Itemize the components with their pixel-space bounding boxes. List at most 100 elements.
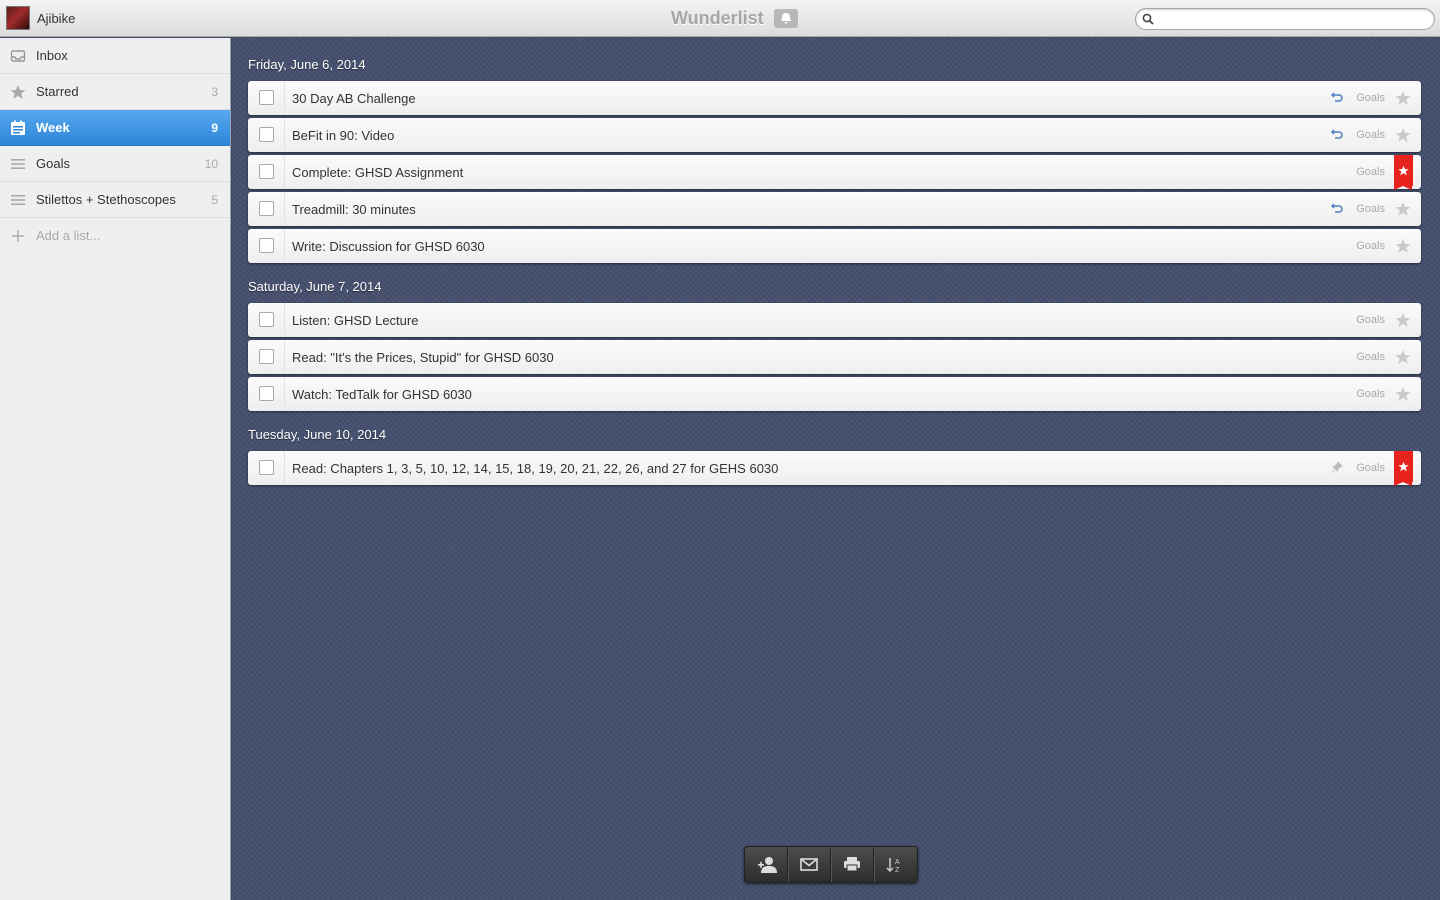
star-icon[interactable] xyxy=(1395,238,1411,254)
sidebar-item-count: 9 xyxy=(211,121,218,135)
avatar[interactable] xyxy=(6,6,30,30)
app-title: Wunderlist xyxy=(671,8,764,28)
username[interactable]: Ajibike xyxy=(37,11,75,26)
svg-text:A: A xyxy=(895,859,900,866)
task-list-name: Goals xyxy=(1356,129,1385,141)
divider xyxy=(284,451,285,485)
task-list-name: Goals xyxy=(1356,388,1385,400)
sidebar-item-stilettos-stethoscopes[interactable]: Stilettos + Stethoscopes 5 xyxy=(0,182,230,218)
task-list-name: Goals xyxy=(1356,351,1385,363)
sidebar-item-label: Stilettos + Stethoscopes xyxy=(36,192,176,207)
sidebar-item-count: 3 xyxy=(211,85,218,99)
search-field[interactable] xyxy=(1135,8,1435,30)
calendar-icon xyxy=(11,120,25,135)
title-bar: Ajibike Wunderlist xyxy=(0,0,1440,37)
date-group-header: Friday, June 6, 2014 xyxy=(248,57,366,72)
print-list-button[interactable] xyxy=(831,847,874,882)
sidebar-item-inbox[interactable]: Inbox xyxy=(0,38,230,74)
task-title[interactable]: Listen: GHSD Lecture xyxy=(292,313,418,328)
recurring-icon xyxy=(1331,203,1343,213)
task-title[interactable]: Write: Discussion for GHSD 6030 xyxy=(292,239,485,254)
task-title[interactable]: 30 Day AB Challenge xyxy=(292,91,416,106)
search-icon xyxy=(1142,13,1154,25)
divider xyxy=(284,155,285,189)
divider xyxy=(284,118,285,152)
task-checkbox[interactable] xyxy=(259,164,274,179)
task-checkbox[interactable] xyxy=(259,127,274,142)
star-icon[interactable] xyxy=(1395,127,1411,143)
task-item[interactable]: BeFit in 90: Video Goals xyxy=(248,118,1421,152)
divider xyxy=(284,81,285,115)
task-checkbox[interactable] xyxy=(259,349,274,364)
recurring-icon xyxy=(1331,92,1343,102)
divider xyxy=(284,229,285,263)
mail-icon xyxy=(800,858,818,871)
task-item[interactable]: Watch: TedTalk for GHSD 6030 Goals xyxy=(248,377,1421,411)
divider xyxy=(284,303,285,337)
sort-list-button[interactable]: AZ xyxy=(874,847,917,882)
sidebar-item-week[interactable]: Week 9 xyxy=(0,110,230,146)
sidebar-item-label: Goals xyxy=(36,156,70,171)
task-checkbox[interactable] xyxy=(259,90,274,105)
add-list-button[interactable]: Add a list... xyxy=(0,218,230,254)
task-item[interactable]: Write: Discussion for GHSD 6030 Goals xyxy=(248,229,1421,263)
sort-icon: AZ xyxy=(886,858,900,874)
task-list-name: Goals xyxy=(1356,240,1385,252)
list-icon xyxy=(11,195,25,205)
divider xyxy=(284,192,285,226)
share-list-button[interactable] xyxy=(745,847,788,882)
add-list-label: Add a list... xyxy=(36,228,101,243)
email-list-button[interactable] xyxy=(788,847,831,882)
svg-text:Z: Z xyxy=(895,867,900,874)
notifications-icon[interactable] xyxy=(774,9,798,28)
task-list-name: Goals xyxy=(1356,92,1385,104)
sidebar-item-label: Starred xyxy=(36,84,79,99)
task-item[interactable]: Listen: GHSD Lecture Goals xyxy=(248,303,1421,337)
divider xyxy=(284,340,285,374)
list-icon xyxy=(11,159,25,169)
recurring-icon xyxy=(1331,129,1343,139)
star-icon[interactable] xyxy=(1395,90,1411,106)
star-icon[interactable] xyxy=(1395,386,1411,402)
star-icon[interactable] xyxy=(1395,201,1411,217)
task-title[interactable]: Read: "It's the Prices, Stupid" for GHSD… xyxy=(292,350,554,365)
search-input[interactable] xyxy=(1158,11,1428,27)
task-title[interactable]: BeFit in 90: Video xyxy=(292,128,394,143)
task-item[interactable]: 30 Day AB Challenge Goals xyxy=(248,81,1421,115)
starred-ribbon-icon[interactable] xyxy=(1394,451,1413,486)
task-title[interactable]: Complete: GHSD Assignment xyxy=(292,165,463,180)
task-item[interactable]: Read: Chapters 1, 3, 5, 10, 12, 14, 15, … xyxy=(248,451,1421,486)
sidebar-item-label: Week xyxy=(36,120,70,135)
starred-ribbon-icon[interactable] xyxy=(1394,155,1413,190)
inbox-icon xyxy=(10,50,26,62)
sidebar-item-goals[interactable]: Goals 10 xyxy=(0,146,230,182)
date-group-header: Saturday, June 7, 2014 xyxy=(248,279,382,294)
task-list-name: Goals xyxy=(1356,166,1385,178)
star-icon[interactable] xyxy=(1395,349,1411,365)
task-item[interactable]: Read: "It's the Prices, Stupid" for GHSD… xyxy=(248,340,1421,374)
task-checkbox[interactable] xyxy=(259,386,274,401)
task-list-area: Friday, June 6, 2014 30 Day AB Challenge… xyxy=(232,38,1440,900)
star-icon xyxy=(10,85,26,99)
sidebar: Inbox Starred 3 Week 9 Goals 10 Stiletto… xyxy=(0,38,231,900)
date-group-header: Tuesday, June 10, 2014 xyxy=(248,427,387,442)
task-checkbox[interactable] xyxy=(259,238,274,253)
task-title[interactable]: Read: Chapters 1, 3, 5, 10, 12, 14, 15, … xyxy=(292,461,778,476)
task-checkbox[interactable] xyxy=(259,460,274,475)
add-user-icon xyxy=(758,857,777,873)
pin-icon xyxy=(1331,461,1343,473)
task-title[interactable]: Watch: TedTalk for GHSD 6030 xyxy=(292,387,472,402)
print-icon xyxy=(844,857,860,872)
task-title[interactable]: Treadmill: 30 minutes xyxy=(292,202,416,217)
plus-icon xyxy=(12,230,24,242)
task-item[interactable]: Complete: GHSD Assignment Goals xyxy=(248,155,1421,190)
task-checkbox[interactable] xyxy=(259,312,274,327)
sidebar-item-label: Inbox xyxy=(36,48,68,63)
task-list-name: Goals xyxy=(1356,462,1385,474)
sidebar-item-count: 10 xyxy=(204,157,218,171)
task-checkbox[interactable] xyxy=(259,201,274,216)
sidebar-item-starred[interactable]: Starred 3 xyxy=(0,74,230,110)
star-icon[interactable] xyxy=(1395,312,1411,328)
task-item[interactable]: Treadmill: 30 minutes Goals xyxy=(248,192,1421,226)
task-list-name: Goals xyxy=(1356,203,1385,215)
